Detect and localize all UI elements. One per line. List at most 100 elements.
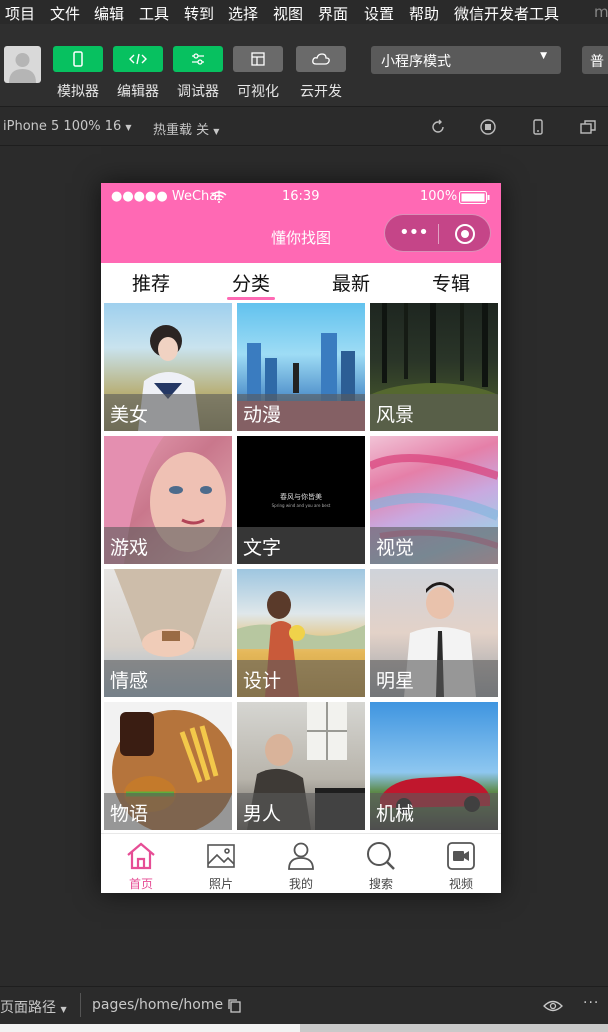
device-select[interactable]: iPhone 5 100% 16 ▼ xyxy=(3,119,132,134)
category-tile[interactable]: 游戏 xyxy=(104,436,232,564)
tab-category[interactable]: 分类 xyxy=(201,269,301,296)
tile-label: 设计 xyxy=(243,670,282,692)
cloud-label: 云开发 xyxy=(300,84,342,100)
phone-simulator: ●●●●● WeChat 16:39 100% 懂你找图 ••• 推荐 分类 最… xyxy=(101,183,501,893)
debugger-button[interactable] xyxy=(173,46,223,72)
window-icon[interactable] xyxy=(579,118,597,136)
more-options-icon[interactable]: ··· xyxy=(583,995,599,1011)
tab-mine[interactable]: 我的 xyxy=(261,840,341,892)
bottom-tab-bar: 首页 照片 我的 搜索 视频 xyxy=(101,833,501,893)
copy-icon[interactable] xyxy=(227,998,243,1014)
category-tabs: 推荐 分类 最新 专辑 xyxy=(101,263,501,301)
device-select-value: iPhone 5 100% 16 xyxy=(3,119,122,134)
menu-settings[interactable]: 设置 xyxy=(364,3,394,24)
category-tile[interactable]: 机械 xyxy=(370,702,498,830)
device-bar: iPhone 5 100% 16 ▼ 热重载 关 ▼ xyxy=(0,106,608,146)
menu-project[interactable]: 项目 xyxy=(5,3,35,24)
chevron-down-icon: ▼ xyxy=(60,1005,67,1014)
video-icon xyxy=(447,842,475,870)
cloud-icon xyxy=(312,53,330,65)
code-icon xyxy=(129,53,147,65)
hot-reload-select[interactable]: 热重载 关 ▼ xyxy=(153,119,219,138)
tab-photos[interactable]: 照片 xyxy=(181,840,261,892)
menu-tools[interactable]: 工具 xyxy=(139,3,169,24)
category-tile[interactable]: 男人 xyxy=(237,702,365,830)
editor-label: 编辑器 xyxy=(117,84,159,100)
tile-label: 物语 xyxy=(110,803,149,825)
debugger-label: 调试器 xyxy=(177,84,219,100)
menu-select[interactable]: 选择 xyxy=(228,3,258,24)
tab-mine-label: 我的 xyxy=(288,877,313,891)
menu-bar: 项目 文件 编辑 工具 转到 选择 视图 界面 设置 帮助 微信开发者工具 m xyxy=(0,0,608,24)
phone-preview-icon[interactable] xyxy=(529,118,547,136)
tab-recommend[interactable]: 推荐 xyxy=(101,269,201,296)
refresh-icon[interactable] xyxy=(429,118,447,136)
category-tile[interactable]: 明星 xyxy=(370,569,498,697)
mode-select[interactable]: 小程序模式 ▼ xyxy=(371,46,561,74)
menu-help[interactable]: 帮助 xyxy=(409,3,439,24)
category-tile[interactable]: 风景 xyxy=(370,303,498,431)
chevron-down-icon: ▼ xyxy=(125,123,132,132)
simulator-button[interactable] xyxy=(53,46,103,72)
page-path-select[interactable]: 页面路径 ▼ xyxy=(0,997,67,1017)
tab-search-label: 搜索 xyxy=(368,877,393,891)
visual-button[interactable] xyxy=(233,46,283,72)
stop-icon[interactable] xyxy=(479,118,497,136)
category-tile[interactable]: 物语 xyxy=(104,702,232,830)
menu-goto[interactable]: 转到 xyxy=(184,3,214,24)
capsule-menu: ••• xyxy=(384,214,491,252)
tile-label: 游戏 xyxy=(110,537,149,559)
editor-button[interactable] xyxy=(113,46,163,72)
chevron-down-icon: ▼ xyxy=(540,51,547,61)
page-path: pages/home/home xyxy=(92,997,224,1013)
status-bottom-bar: 页面路径 ▼ pages/home/home ··· xyxy=(0,986,608,1024)
nav-bar: 懂你找图 ••• xyxy=(101,211,501,263)
category-grid: 美女 动漫 风景 游戏 春风与你皆美 Spring wind and you a… xyxy=(101,302,501,833)
visual-label: 可视化 xyxy=(237,84,279,100)
tile-label: 视觉 xyxy=(376,537,415,559)
category-tile[interactable]: 情感 xyxy=(104,569,232,697)
capsule-divider xyxy=(438,224,439,244)
tab-home[interactable]: 首页 xyxy=(101,840,181,892)
tile-label: 美女 xyxy=(110,404,149,426)
phone-status-bar: ●●●●● WeChat 16:39 100% xyxy=(101,183,501,211)
tab-search[interactable]: 搜索 xyxy=(341,840,421,892)
tab-photos-label: 照片 xyxy=(208,877,233,891)
tab-home-label: 首页 xyxy=(128,877,153,891)
page-path-label: 页面路径 xyxy=(0,1000,56,1016)
tile-label: 男人 xyxy=(243,803,282,825)
home-icon xyxy=(127,842,155,870)
menu-overflow: m xyxy=(594,3,608,21)
category-tile[interactable]: 美女 xyxy=(104,303,232,431)
menu-file[interactable]: 文件 xyxy=(50,3,80,24)
avatar[interactable] xyxy=(4,46,41,83)
close-mini-program-icon[interactable] xyxy=(455,224,475,244)
tile-label: 情感 xyxy=(110,670,149,692)
tab-latest[interactable]: 最新 xyxy=(301,269,401,296)
category-tile[interactable]: 春风与你皆美 Spring wind and you are best 文字 xyxy=(237,436,365,564)
user-icon xyxy=(288,842,314,870)
more-icon[interactable]: ••• xyxy=(399,222,429,243)
tile-label: 机械 xyxy=(376,803,415,825)
tab-album[interactable]: 专辑 xyxy=(401,269,501,296)
tab-video[interactable]: 视频 xyxy=(421,840,501,892)
horizontal-scrollbar[interactable] xyxy=(0,1024,608,1032)
tab-active-indicator xyxy=(227,297,275,300)
menu-interface[interactable]: 界面 xyxy=(318,3,348,24)
carrier: ●●●●● WeChat xyxy=(111,189,223,204)
sliders-icon xyxy=(192,53,204,65)
second-select[interactable]: 普 xyxy=(582,46,608,74)
eye-icon[interactable] xyxy=(543,998,563,1014)
category-tile[interactable]: 设计 xyxy=(237,569,365,697)
category-tile[interactable]: 动漫 xyxy=(237,303,365,431)
time: 16:39 xyxy=(282,189,320,204)
tile-label: 动漫 xyxy=(243,404,282,426)
category-tile[interactable]: 视觉 xyxy=(370,436,498,564)
scrollbar-thumb[interactable] xyxy=(0,1024,300,1032)
menu-view[interactable]: 视图 xyxy=(273,3,303,24)
image-icon xyxy=(207,844,235,868)
menu-wechat-devtools[interactable]: 微信开发者工具 xyxy=(454,3,559,24)
menu-edit[interactable]: 编辑 xyxy=(94,3,124,24)
search-icon xyxy=(367,842,395,870)
cloud-button[interactable] xyxy=(296,46,346,72)
